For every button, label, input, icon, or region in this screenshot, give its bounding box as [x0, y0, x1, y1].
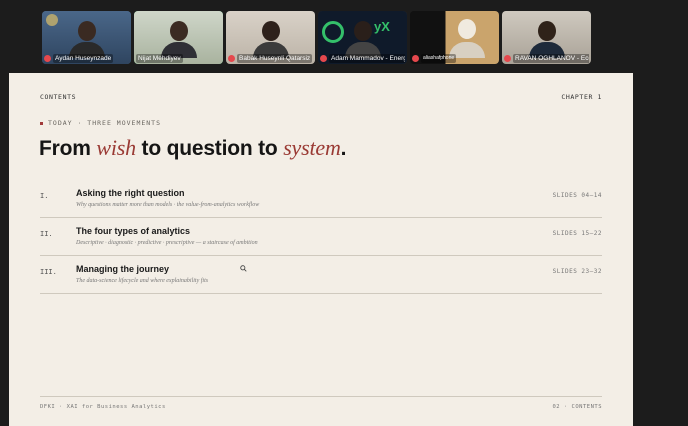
- pointer-cursor-icon: [240, 265, 247, 272]
- participant-tile[interactable]: Aydan Huseynzade: [42, 11, 131, 64]
- footer-right: 02 · CONTENTS: [552, 404, 602, 410]
- toc-slide-range: SLIDES 04–14: [552, 192, 602, 199]
- participant-name: Aydan Huseynzade: [53, 54, 114, 63]
- section-label: CONTENTS: [40, 93, 77, 101]
- shared-slide: CONTENTS CHAPTER 1 TODAY · THREE MOVEMEN…: [9, 73, 633, 426]
- toc-item: II. The four types of analytics Descript…: [40, 218, 602, 256]
- participant-name: Adam Mammadov - EnergyX: [329, 54, 405, 63]
- mic-muted-icon: [228, 55, 235, 62]
- logo-emblem-icon: [46, 14, 58, 26]
- participant-name: Babak Huseynli Qatarsiz: [237, 54, 313, 63]
- slide-title: From wish to question to system.: [39, 135, 347, 160]
- eyebrow-text: TODAY · THREE MOVEMENTS: [48, 119, 162, 127]
- bullet-square-icon: [40, 121, 43, 125]
- toc-number: II.: [40, 230, 53, 238]
- table-of-contents: I. Asking the right question Why questio…: [40, 180, 602, 294]
- footer-divider: [40, 396, 602, 397]
- toc-item: III. Managing the journey The data-scien…: [40, 256, 602, 294]
- mic-muted-icon: [320, 55, 327, 62]
- participant-tile-active[interactable]: Nijat Mehdiyev: [134, 11, 223, 64]
- toc-title: Managing the journey: [76, 264, 170, 274]
- toc-subtitle: The data-science lifecycle and where exp…: [76, 278, 209, 284]
- energyx-logo-icon: [322, 21, 344, 43]
- toc-number: I.: [40, 192, 49, 200]
- participant-name: Nijat Mehdiyev: [136, 54, 183, 63]
- footer-left: DFKI · XAI for Business Analytics: [40, 404, 166, 410]
- toc-subtitle: Why questions matter more than models · …: [76, 202, 260, 208]
- toc-slide-range: SLIDES 15–22: [552, 230, 602, 237]
- toc-slide-range: SLIDES 23–32: [552, 268, 602, 275]
- slide-footer: DFKI · XAI for Business Analytics 02 · C…: [40, 404, 602, 410]
- participant-name: aliashafphone: [421, 54, 457, 63]
- mic-muted-icon: [504, 55, 511, 62]
- chapter-label: CHAPTER 1: [561, 93, 602, 101]
- participant-tile[interactable]: RAVAN OGHLANOV - EcoSp...: [502, 11, 591, 64]
- participant-tile[interactable]: yX Adam Mammadov - EnergyX: [318, 11, 407, 64]
- mic-muted-icon: [412, 55, 419, 62]
- participant-tile[interactable]: aliashafphone: [410, 11, 499, 64]
- eyebrow: TODAY · THREE MOVEMENTS: [40, 119, 161, 127]
- toc-subtitle: Descriptive · diagnostic · predictive · …: [76, 240, 258, 246]
- participant-strip: Aydan Huseynzade Nijat Mehdiyev Babak Hu…: [42, 11, 594, 64]
- slide-header: CONTENTS CHAPTER 1: [40, 93, 602, 101]
- participant-name: RAVAN OGHLANOV - EcoSp...: [513, 54, 589, 63]
- toc-title: The four types of analytics: [76, 226, 191, 236]
- mic-muted-icon: [44, 55, 51, 62]
- participant-tile[interactable]: Babak Huseynli Qatarsiz: [226, 11, 315, 64]
- toc-item: I. Asking the right question Why questio…: [40, 180, 602, 218]
- toc-number: III.: [40, 268, 57, 276]
- toc-title: Asking the right question: [76, 188, 185, 198]
